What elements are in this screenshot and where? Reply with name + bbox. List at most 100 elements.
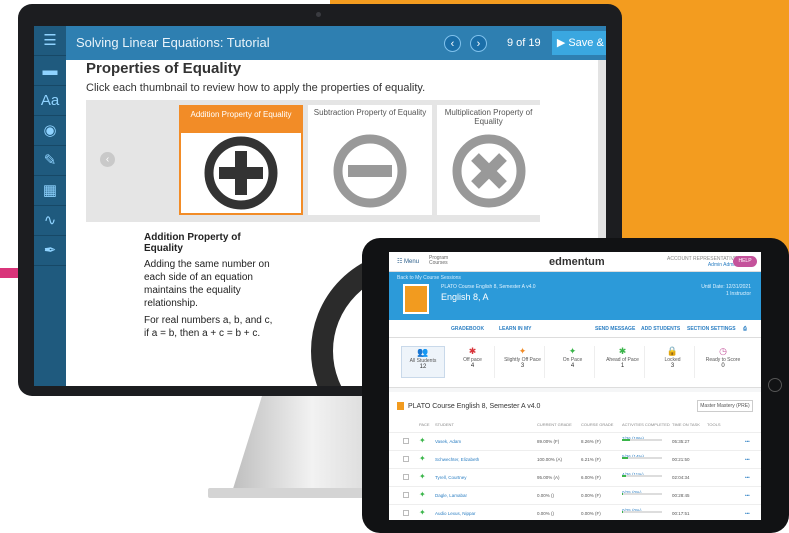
row-checkbox[interactable] xyxy=(403,492,409,498)
current-grade: 95.00% (A) xyxy=(537,475,560,480)
course-grade: 6.21% (F) xyxy=(581,457,601,462)
col-student[interactable]: STUDENT xyxy=(435,422,454,427)
save-exit-label: Save & Exit xyxy=(568,37,606,49)
notes-icon[interactable]: ✎ xyxy=(34,146,66,176)
col-time[interactable]: TIME ON TASK xyxy=(672,422,700,427)
row-checkbox[interactable] xyxy=(403,474,409,480)
stat-slightly-off-pace[interactable]: ✦ Slightly Off Pace 3 xyxy=(501,346,545,378)
stat-ready-to-score[interactable]: ◷ Ready to Score 0 xyxy=(701,346,745,378)
breadcrumb[interactable]: Program Courses xyxy=(429,256,448,266)
stat-off-pace[interactable]: ✱ Off pace 4 xyxy=(451,346,495,378)
student-name[interactable]: Schwechter, Elizabeth xyxy=(435,457,479,462)
row-checkbox[interactable] xyxy=(403,510,409,516)
mastery-button[interactable]: Master Mastery (PRE) xyxy=(697,400,753,412)
thumbnail-subtraction[interactable]: Subtraction Property of Equality xyxy=(308,105,432,215)
col-course-grade[interactable]: COURSE GRADE xyxy=(581,422,613,427)
print-icon[interactable]: ⎙ xyxy=(743,326,747,332)
row-checkbox[interactable] xyxy=(403,456,409,462)
table-row[interactable]: ✦Dagle, Lamabar0.00% ()0.00% (F)0/25 (0%… xyxy=(389,486,761,504)
stat-locked[interactable]: 🔒 Locked 3 xyxy=(651,346,695,378)
more-icon[interactable]: ••• xyxy=(745,439,750,444)
camera-dot xyxy=(316,12,321,17)
more-icon[interactable]: ••• xyxy=(745,475,750,480)
stat-value: 4 xyxy=(570,363,575,369)
course-title: PLATO Course English 8, Semester A v4.0 xyxy=(441,284,536,290)
thumbnail-addition[interactable]: Addition Property of Equality xyxy=(179,105,303,215)
table-row[interactable]: ✦Tyrell, Courtney95.00% (A)6.00% (F)4/36… xyxy=(389,468,761,486)
course-name: English 8, A xyxy=(441,292,489,302)
table-row[interactable]: ✦Audio Lexus, Nippar0.00% ()0.00% (F)0/2… xyxy=(389,504,761,520)
list-icon[interactable]: ☰ xyxy=(34,26,66,56)
course-until-date: Until Date: 12/31/2021 xyxy=(701,284,751,290)
more-icon[interactable]: ••• xyxy=(745,457,750,462)
save-exit-button[interactable]: ▶ Save & Exit xyxy=(552,31,606,55)
explanation-paragraph-2: For real numbers a, b, and c, if a = b, … xyxy=(144,315,273,339)
pen-icon[interactable]: ✒ xyxy=(34,236,66,266)
calculator-icon[interactable]: ▦ xyxy=(34,176,66,206)
add-students-link[interactable]: ADD STUDENTS xyxy=(641,326,680,332)
row-checkbox[interactable] xyxy=(403,438,409,444)
course-banner: Back to My Course Sessions PLATO Course … xyxy=(389,272,761,320)
course-grade: 0.00% (F) xyxy=(581,493,601,498)
tutorial-title: Solving Linear Equations: Tutorial xyxy=(76,35,270,50)
student-name[interactable]: Vasek, Adam xyxy=(435,439,461,444)
col-current-grade[interactable]: CURRENT GRADE xyxy=(537,422,572,427)
stat-all-students[interactable]: 👥 All Students 12 xyxy=(401,346,445,378)
previous-button[interactable]: ‹ xyxy=(444,35,461,52)
page-counter: 9 of 19 xyxy=(507,37,541,49)
help-button[interactable]: HELP xyxy=(733,256,757,267)
stat-value: 4 xyxy=(470,363,475,369)
explanation-paragraph-1: Adding the same number on each side of a… xyxy=(144,259,270,309)
off-pace-icon: ✱ xyxy=(468,346,477,356)
student-name[interactable]: Dagle, Lamabar xyxy=(435,493,467,498)
student-name[interactable]: Audio Lexus, Nippar xyxy=(435,511,476,516)
section-settings-link[interactable]: SECTION SETTINGS xyxy=(687,326,736,332)
on-pace-icon: ✦ xyxy=(568,346,577,356)
learn-link[interactable]: LEARN IN MY xyxy=(499,326,532,332)
course-grade: 6.00% (F) xyxy=(581,475,601,480)
stat-ahead-of-pace[interactable]: ✱ Ahead of Pace 1 xyxy=(601,346,645,378)
section-heading: Addition Property of Equality xyxy=(144,232,241,254)
slightly-off-icon: ✦ xyxy=(518,346,527,356)
time-on-task: 05:35:27 xyxy=(672,439,690,444)
people-icon: 👥 xyxy=(417,347,429,357)
graph-icon[interactable]: ∿ xyxy=(34,206,66,236)
audio-icon[interactable]: ◉ xyxy=(34,116,66,146)
dashboard-header: ☷ Menu Program Courses edmentum ACCOUNT R… xyxy=(389,252,761,272)
progress-fill xyxy=(622,457,628,459)
col-tools[interactable]: TOOLS xyxy=(707,422,721,427)
stat-on-pace[interactable]: ✦ On Pace 4 xyxy=(551,346,595,378)
current-grade: 89.00% (F) xyxy=(537,439,560,444)
table-row[interactable]: ✦Vasek, Adam89.00% (F)8.26% (F)7/36 (19%… xyxy=(389,432,761,450)
lock-icon: 🔒 xyxy=(666,346,679,356)
progress-bar xyxy=(622,493,662,495)
dictionary-icon[interactable]: Aa xyxy=(34,86,66,116)
pace-icon: ✦ xyxy=(419,490,426,499)
thumbnail-label: Addition Property of Equality xyxy=(181,107,301,133)
book-icon xyxy=(403,284,429,314)
col-pace[interactable]: PACE xyxy=(419,422,430,427)
gradebook-link[interactable]: GRADEBOOK xyxy=(451,326,484,332)
send-message-link[interactable]: SEND MESSAGE xyxy=(595,326,635,332)
stat-value: 0 xyxy=(721,363,725,369)
pace-icon: ✦ xyxy=(419,436,426,445)
menu-button[interactable]: ☷ Menu xyxy=(397,258,419,265)
more-icon[interactable]: ••• xyxy=(745,511,750,516)
breadcrumb-courses: Courses xyxy=(429,260,448,266)
next-button[interactable]: › xyxy=(470,35,487,52)
thumbnail-carousel: ‹ Addition Property of Equality Subtract… xyxy=(86,100,540,222)
progress-bar xyxy=(622,475,662,477)
table-row[interactable]: ✦ Schwechter, Elizabeth 100.00% (A) 6.21% (… xyxy=(389,450,761,468)
account-info[interactable]: ACCOUNT REPRESENTATIVE Admin Admin xyxy=(667,256,737,268)
time-on-task: 02:04:34 xyxy=(672,475,690,480)
tutorial-header: Solving Linear Equations: Tutorial ‹ › 9… xyxy=(66,26,606,60)
carousel-prev-icon[interactable]: ‹ xyxy=(100,152,115,167)
home-button xyxy=(768,378,782,392)
course-actions: GRADEBOOK LEARN IN MY SEND MESSAGE ADD S… xyxy=(389,320,761,338)
more-icon[interactable]: ••• xyxy=(745,493,750,498)
folder-icon[interactable]: ▬ xyxy=(34,56,66,86)
thumbnail-multiplication[interactable]: Multiplication Property of Equality xyxy=(437,105,540,215)
back-link[interactable]: Back to My Course Sessions xyxy=(397,275,461,281)
col-activities[interactable]: ACTIVITIES COMPLETED xyxy=(622,422,670,427)
student-name[interactable]: Tyrell, Courtney xyxy=(435,475,467,480)
